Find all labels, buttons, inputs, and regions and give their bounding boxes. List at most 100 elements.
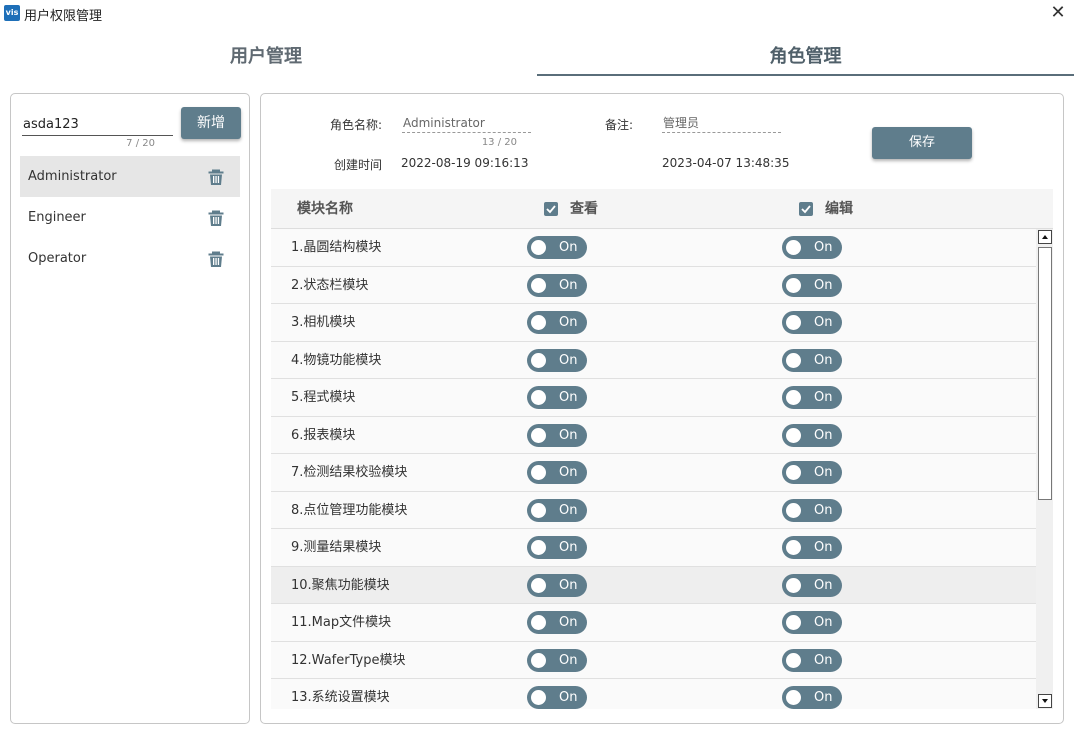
view-permission-toggle[interactable]: On [527, 311, 587, 334]
close-icon[interactable]: ✕ [1048, 4, 1068, 24]
edit-permission-toggle[interactable]: On [782, 573, 842, 597]
toggle-knob [786, 390, 801, 405]
toggle-knob [531, 465, 546, 480]
view-permission-toggle[interactable]: On [527, 648, 587, 672]
toggle-label: On [559, 615, 578, 630]
checkmark-icon [546, 205, 556, 214]
view-permission-toggle[interactable]: On [527, 573, 587, 597]
edit-permission-toggle[interactable]: On [782, 273, 842, 297]
table-row: 11.Map文件模块 On On [271, 604, 1036, 642]
view-permission-toggle[interactable]: On [527, 423, 587, 447]
scroll-thumb[interactable] [1038, 247, 1052, 500]
toggle-label: On [559, 465, 578, 480]
view-permission-toggle[interactable]: On [527, 498, 587, 522]
toggle-knob [786, 577, 801, 593]
select-all-view-checkbox[interactable] [544, 202, 558, 216]
view-permission-toggle[interactable]: On [527, 386, 587, 409]
edit-permission-toggle[interactable]: On [782, 686, 842, 709]
toggle-knob [786, 277, 801, 293]
role-name-input[interactable] [402, 113, 531, 133]
trash-icon[interactable] [208, 169, 224, 185]
toggle-label: On [814, 615, 833, 630]
role-item-label: Administrator [28, 169, 117, 184]
scroll-up-arrow-icon[interactable] [1038, 230, 1052, 244]
toggle-knob [786, 502, 801, 518]
edit-permission-toggle[interactable]: On [782, 236, 842, 259]
view-permission-toggle[interactable]: On [527, 273, 587, 297]
save-button[interactable]: 保存 [872, 127, 972, 159]
toggle-knob [531, 615, 546, 630]
view-permission-toggle[interactable]: On [527, 686, 587, 709]
add-role-button[interactable]: 新增 [181, 107, 241, 139]
toggle-knob [786, 540, 801, 555]
toggle-knob [531, 577, 546, 593]
table-row: 1.晶圆结构模块 On On [271, 229, 1036, 267]
module-name: 13.系统设置模块 [291, 690, 390, 705]
edit-permission-toggle[interactable]: On [782, 461, 842, 484]
checkmark-icon [801, 205, 811, 214]
toggle-knob [786, 427, 801, 443]
toggle-knob [786, 690, 801, 705]
view-permission-toggle[interactable]: On [527, 536, 587, 559]
role-name-label: 角色名称: [330, 118, 383, 132]
role-detail-panel: 角色名称: 13 / 20 备注: 创建时间 2022-08-19 09:16:… [260, 93, 1064, 724]
module-name: 2.状态栏模块 [291, 277, 369, 293]
module-name: 7.检测结果校验模块 [291, 465, 408, 480]
view-permission-toggle[interactable]: On [527, 348, 587, 372]
new-role-input[interactable] [22, 114, 173, 136]
trash-icon[interactable] [208, 210, 224, 226]
toggle-label: On [814, 240, 833, 255]
select-all-edit-checkbox[interactable] [799, 202, 813, 216]
scroll-down-arrow-icon[interactable] [1038, 694, 1052, 708]
view-permission-toggle[interactable]: On [527, 611, 587, 634]
view-permission-toggle[interactable]: On [527, 461, 587, 484]
window-title: 用户权限管理 [24, 9, 103, 24]
role-item-operator[interactable]: Operator [20, 238, 240, 279]
toggle-knob [531, 352, 546, 368]
column-header-view: 查看 [570, 201, 598, 217]
toggle-knob [531, 427, 546, 443]
toggle-label: On [559, 390, 578, 405]
toggle-label: On [814, 502, 833, 518]
module-name: 9.测量结果模块 [291, 540, 382, 555]
edit-permission-toggle[interactable]: On [782, 423, 842, 447]
table-row: 3.相机模块 On On [271, 304, 1036, 342]
tab-user-management[interactable]: 用户管理 [0, 42, 532, 76]
trash-icon[interactable] [208, 251, 224, 267]
table-scrollbar[interactable] [1036, 229, 1053, 709]
module-name: 3.相机模块 [291, 315, 356, 330]
edit-permission-toggle[interactable]: On [782, 648, 842, 672]
toggle-knob [531, 652, 546, 668]
toggle-knob [531, 690, 546, 705]
column-header-edit: 编辑 [825, 201, 853, 217]
role-item-engineer[interactable]: Engineer [20, 197, 240, 238]
edit-permission-toggle[interactable]: On [782, 536, 842, 559]
edit-permission-toggle[interactable]: On [782, 348, 842, 372]
table-row: 13.系统设置模块 On On [271, 679, 1036, 709]
table-row: 2.状态栏模块 On On [271, 266, 1036, 304]
table-row: 9.测量结果模块 On On [271, 529, 1036, 567]
tab-role-management[interactable]: 角色管理 [537, 42, 1074, 76]
module-name: 12.WaferType模块 [291, 652, 406, 668]
edit-permission-toggle[interactable]: On [782, 311, 842, 334]
toggle-label: On [559, 540, 578, 555]
table-row: 4.物镜功能模块 On On [271, 341, 1036, 379]
toggle-knob [786, 652, 801, 668]
edit-permission-toggle[interactable]: On [782, 386, 842, 409]
view-permission-toggle[interactable]: On [527, 236, 587, 259]
role-item-administrator[interactable]: Administrator [20, 156, 240, 197]
remark-input[interactable] [662, 113, 781, 133]
table-row: 5.程式模块 On On [271, 379, 1036, 417]
toggle-label: On [559, 315, 578, 330]
toggle-knob [786, 315, 801, 330]
table-row: 10.聚焦功能模块 On On [271, 566, 1036, 604]
remark-label: 备注: [605, 118, 634, 132]
toggle-knob [786, 352, 801, 368]
toggle-label: On [814, 577, 833, 593]
role-item-label: Engineer [28, 210, 86, 225]
module-name: 10.聚焦功能模块 [291, 577, 390, 593]
toggle-label: On [559, 277, 578, 293]
edit-permission-toggle[interactable]: On [782, 611, 842, 634]
edit-permission-toggle[interactable]: On [782, 498, 842, 522]
toggle-knob [531, 240, 546, 255]
